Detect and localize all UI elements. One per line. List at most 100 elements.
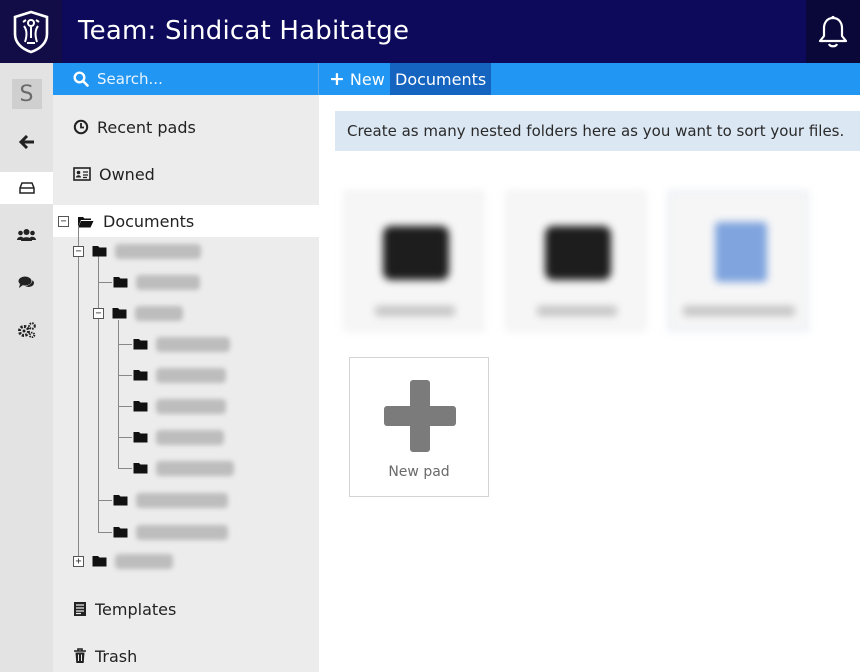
plus-icon — [384, 380, 456, 452]
folder-name-redacted — [156, 398, 226, 414]
app-window: Team: Sindicat Habitatge S Search... + N… — [0, 0, 860, 672]
drive-content: Create as many nested folders here as yo… — [319, 95, 860, 672]
tree-folder[interactable] — [133, 333, 230, 355]
tree-line — [78, 226, 79, 561]
notifications-button[interactable] — [806, 0, 860, 63]
sidebar-item-trash[interactable]: Trash — [53, 640, 319, 672]
sidebar-item-label: Owned — [99, 164, 155, 184]
clock-icon — [73, 119, 89, 135]
sidebar-item-recent[interactable]: Recent pads — [53, 111, 319, 143]
users-icon — [17, 229, 36, 241]
folder-icon — [133, 339, 148, 350]
new-pad-label: New pad — [388, 464, 450, 480]
tree-folder[interactable] — [133, 457, 234, 479]
bell-icon — [818, 15, 848, 47]
tree-folder[interactable] — [133, 426, 224, 448]
search-input[interactable] — [97, 70, 297, 88]
drive-sidebar: Recent pads Owned − Documents − − + Temp… — [53, 95, 319, 672]
templates-icon — [74, 602, 86, 616]
sidebar-item-label: Recent pads — [97, 117, 196, 137]
folder-name-redacted — [136, 274, 200, 290]
chat-icon — [18, 276, 34, 288]
tree-line — [98, 282, 112, 283]
folder-icon — [92, 556, 107, 567]
members-button[interactable] — [0, 219, 53, 251]
folder-icon — [133, 401, 148, 412]
team-avatar-button[interactable]: S — [0, 78, 53, 110]
breadcrumb-documents[interactable]: Documents — [390, 63, 492, 95]
folder-name-redacted — [375, 306, 455, 316]
collapse-toggle-icon[interactable]: − — [58, 215, 69, 227]
folder-name-redacted — [156, 429, 224, 445]
folder-name-redacted — [136, 492, 228, 508]
shield-logo-icon — [13, 10, 49, 53]
folder-open-icon — [78, 216, 94, 227]
document-icon — [715, 222, 767, 282]
tree-line — [118, 320, 119, 468]
top-bar: Team: Sindicat Habitatge — [0, 0, 860, 63]
info-banner: Create as many nested folders here as yo… — [335, 111, 860, 151]
folder-name-redacted — [135, 305, 183, 321]
tree-folder[interactable] — [113, 521, 228, 543]
search-icon — [73, 71, 89, 87]
sidebar-item-documents[interactable]: − Documents — [53, 205, 319, 237]
tree-folder[interactable] — [133, 395, 226, 417]
tree-folder[interactable] — [113, 271, 200, 293]
sidebar-item-label: Templates — [95, 599, 177, 619]
tree-line — [98, 532, 112, 533]
drive-icon — [18, 182, 35, 194]
folder-icon — [133, 463, 148, 474]
tree-line — [118, 344, 132, 345]
folder-icon — [113, 527, 128, 538]
tree-line — [118, 375, 132, 376]
document-name-redacted — [683, 306, 795, 316]
admin-button[interactable] — [0, 314, 53, 346]
collapse-toggle-icon[interactable]: − — [73, 245, 84, 257]
document-tile[interactable] — [668, 191, 808, 331]
folder-name-redacted — [115, 553, 173, 569]
tree-folder[interactable] — [133, 364, 226, 386]
plus-icon: + — [329, 68, 345, 90]
arrow-left-icon — [18, 135, 34, 149]
new-button[interactable]: + New — [320, 63, 390, 95]
tree-line — [118, 406, 132, 407]
gears-icon — [18, 322, 36, 338]
folder-icon — [545, 226, 611, 280]
tree-line — [118, 437, 132, 438]
tree-line — [98, 500, 112, 501]
blurred-file-grid — [344, 191, 824, 339]
folder-name-redacted — [537, 306, 617, 316]
tree-folder[interactable] — [113, 489, 228, 511]
tree-folder[interactable]: − — [73, 240, 201, 262]
folder-icon — [113, 495, 128, 506]
folder-name-redacted — [115, 243, 201, 259]
tree-line — [118, 468, 132, 469]
tree-line — [98, 256, 99, 533]
back-button[interactable] — [0, 126, 53, 158]
folder-icon — [383, 226, 449, 280]
sidebar-item-label: Documents — [103, 211, 195, 231]
sidebar-item-templates[interactable]: Templates — [53, 593, 319, 625]
drive-button[interactable] — [0, 172, 53, 204]
folder-icon — [133, 370, 148, 381]
sidebar-item-owned[interactable]: Owned — [53, 158, 319, 190]
folder-tile[interactable] — [506, 191, 646, 331]
folder-name-redacted — [156, 460, 234, 476]
folder-icon — [113, 277, 128, 288]
new-button-label: New — [349, 69, 385, 89]
chat-button[interactable] — [0, 267, 53, 299]
folder-name-redacted — [156, 336, 230, 352]
folder-icon — [112, 308, 127, 319]
new-pad-tile[interactable]: New pad — [349, 357, 489, 497]
folder-icon — [92, 246, 107, 257]
id-card-icon — [73, 167, 91, 181]
trash-icon — [74, 648, 86, 663]
collapse-toggle-icon[interactable]: − — [93, 307, 104, 319]
logo-button[interactable] — [0, 0, 62, 63]
sidebar-item-label: Trash — [95, 646, 138, 666]
folder-tile[interactable] — [344, 191, 484, 331]
expand-toggle-icon[interactable]: + — [73, 555, 84, 567]
tree-folder[interactable]: − — [93, 302, 183, 324]
tree-folder[interactable]: + — [73, 550, 173, 572]
toolbar: + New Documents — [53, 63, 860, 95]
